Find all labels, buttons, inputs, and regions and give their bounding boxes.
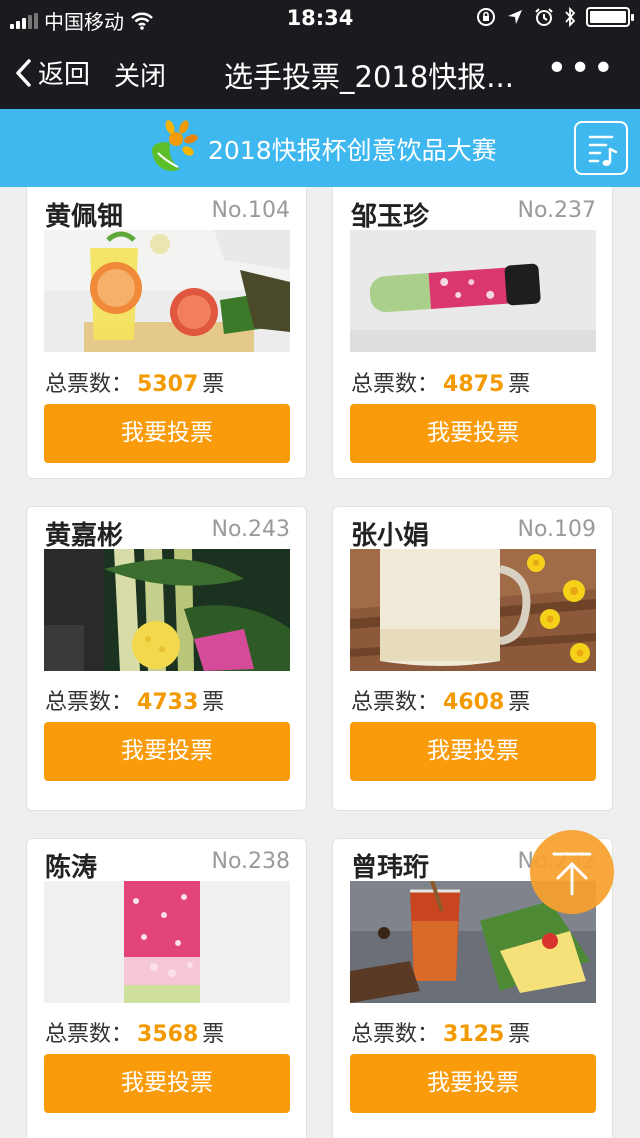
vote-count: 5307 [137,372,199,397]
vote-button[interactable]: 我要投票 [44,722,290,781]
vote-total: 总票数： 3125 票 [351,1016,530,1048]
alarm-icon [535,8,553,26]
close-button[interactable]: 关闭 [114,56,166,93]
drink-photo[interactable] [44,881,290,1003]
contestant-number: No.238 [211,849,290,874]
battery-icon [586,7,634,27]
music-menu-button[interactable] [574,121,628,175]
vote-unit: 票 [202,372,225,397]
contestant-name: 陈涛 [45,853,98,883]
drink-photo[interactable] [350,230,596,352]
banner-title: 2018快报杯创意饮品大赛 [208,136,497,165]
nav-bar: 返回 关闭 选手投票_2018快报... ••• [0,36,640,109]
vote-button[interactable]: 我要投票 [350,722,596,781]
vote-total: 总票数： 3568 票 [45,1016,224,1048]
vote-count: 4608 [443,690,505,715]
vote-total-label: 总票数： [351,1022,440,1047]
rotation-lock-icon [477,8,495,26]
contestant-name: 张小娟 [351,521,430,551]
bluetooth-icon [565,7,576,27]
vote-total-label: 总票数： [45,690,134,715]
vote-unit: 票 [508,372,531,397]
scroll-to-top-button[interactable] [530,830,614,914]
contestant-grid: 黄佩钿 No.104 总票数： 5307 票 我要投票 邹玉珍 No.237 总… [0,187,640,1138]
more-menu-button[interactable]: ••• [546,48,616,89]
vote-unit: 票 [508,690,531,715]
drink-photo[interactable] [44,549,290,671]
contest-logo [152,120,198,171]
location-icon [508,10,522,24]
vote-button[interactable]: 我要投票 [350,1054,596,1113]
playlist-icon [588,135,618,166]
back-label: 返回 [38,60,91,90]
contestant-card: 张小娟 No.109 总票数： 4608 票 我要投票 [332,506,613,811]
contestant-name: 黄嘉彬 [45,521,124,551]
chevron-left-icon [16,58,31,87]
vote-total-label: 总票数： [45,1022,134,1047]
vote-total-label: 总票数： [351,372,440,397]
status-right [476,7,634,27]
contestant-number: No.237 [517,198,596,223]
contestant-card: 陈涛 No.238 总票数： 3568 票 我要投票 [26,838,307,1138]
vote-total-label: 总票数： [45,372,134,397]
vote-count: 3568 [137,1022,199,1047]
contestant-card: 黄嘉彬 No.243 总票数： 4733 票 我要投票 [26,506,307,811]
drink-photo[interactable] [350,549,596,671]
vote-total: 总票数： 4608 票 [351,684,530,716]
page-title: 选手投票_2018快报... [224,60,514,94]
vote-count: 3125 [443,1022,505,1047]
vote-button[interactable]: 我要投票 [350,404,596,463]
contestant-number: No.243 [211,517,290,542]
vote-button[interactable]: 我要投票 [44,1054,290,1113]
vote-unit: 票 [508,1022,531,1047]
contest-banner: 2018快报杯创意饮品大赛 [0,109,640,187]
status-bar: 中国移动 18:34 [0,0,640,36]
vote-total: 总票数： 5307 票 [45,366,224,398]
contestant-number: No.109 [517,517,596,542]
contestant-card: 邹玉珍 No.237 总票数： 4875 票 我要投票 [332,187,613,479]
vote-total: 总票数： 4875 票 [351,366,530,398]
contestant-name: 黄佩钿 [45,202,124,232]
contestant-name: 曾玮珩 [351,853,430,883]
contestant-card: 黄佩钿 No.104 总票数： 5307 票 我要投票 [26,187,307,479]
vote-unit: 票 [202,1022,225,1047]
vote-total: 总票数： 4733 票 [45,684,224,716]
drink-photo[interactable] [44,230,290,352]
arrow-up-icon [552,852,592,896]
back-button[interactable]: 返回 [14,54,90,91]
vote-total-label: 总票数： [351,690,440,715]
vote-count: 4875 [443,372,505,397]
vote-button[interactable]: 我要投票 [44,404,290,463]
vote-unit: 票 [202,690,225,715]
contestant-number: No.104 [211,198,290,223]
contestant-name: 邹玉珍 [351,202,430,232]
vote-count: 4733 [137,690,199,715]
